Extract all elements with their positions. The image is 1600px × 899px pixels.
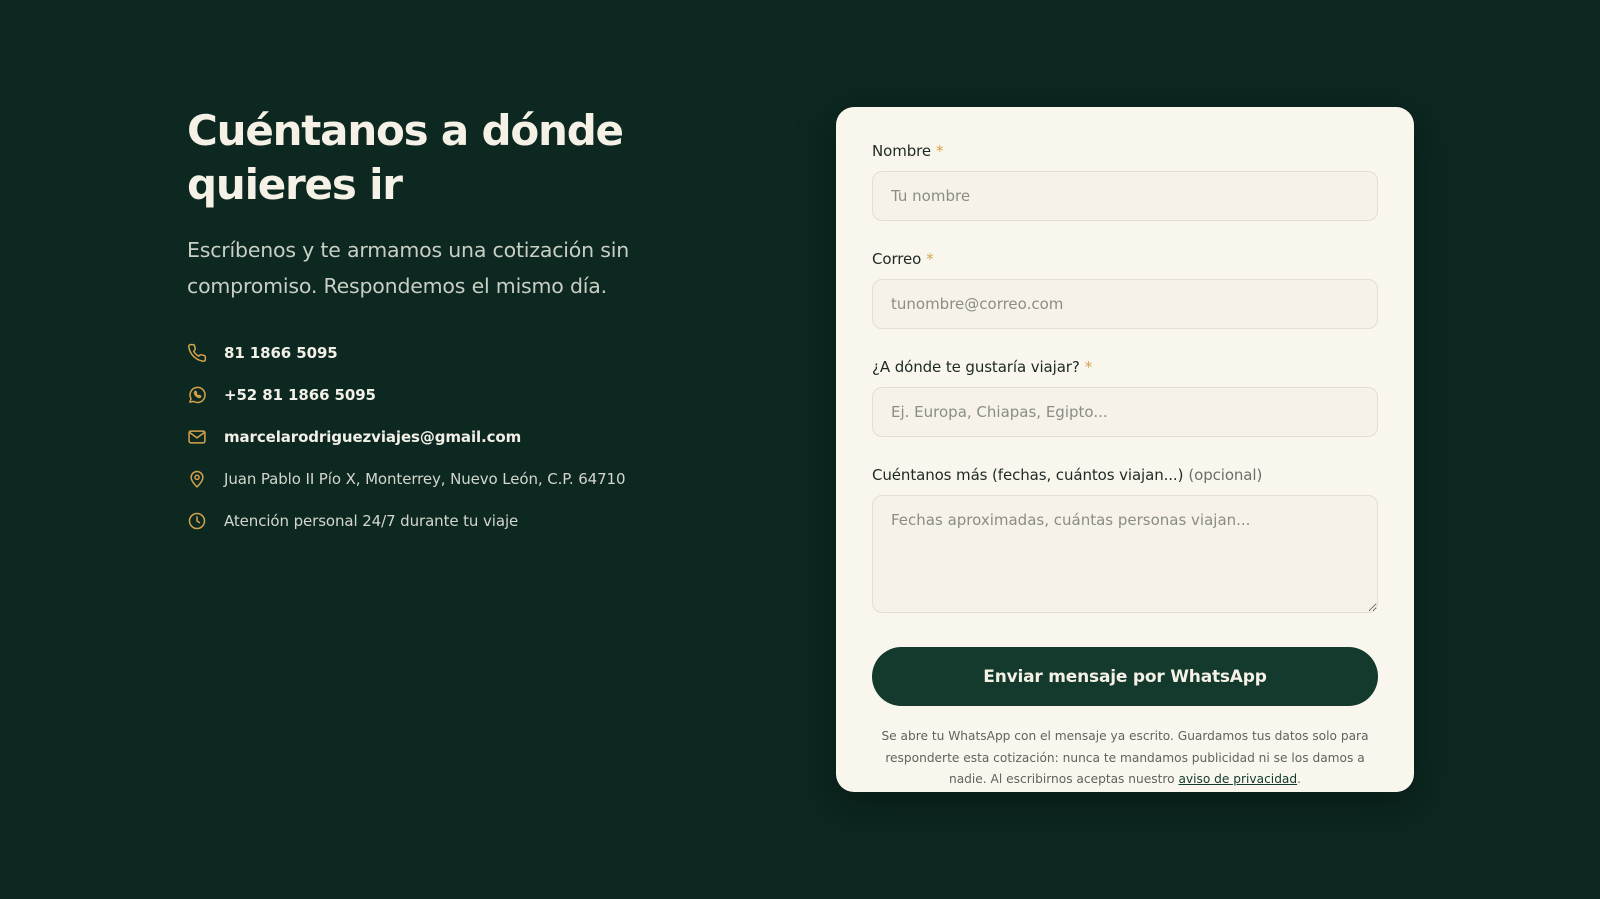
email-input[interactable]	[872, 279, 1378, 329]
destination-field-label: ¿A dónde te gustaría viajar? *	[872, 357, 1378, 377]
details-label-text: Cuéntanos más (fechas, cuántos viajan...…	[872, 466, 1184, 484]
email-label-text: Correo	[872, 250, 922, 268]
name-label-text: Nombre	[872, 142, 931, 160]
required-marker: *	[1084, 358, 1093, 376]
contact-info-section: Cuéntanos a dónde quieres ir Escríbenos …	[187, 104, 707, 542]
contact-item-whatsapp: +52 81 1866 5095	[187, 374, 707, 416]
contact-whatsapp-text: +52 81 1866 5095	[224, 386, 376, 404]
contact-item-phone: 81 1866 5095	[187, 332, 707, 374]
page-subtitle: Escríbenos y te armamos una cotización s…	[187, 232, 707, 304]
quote-form-card: Nombre * Correo * ¿A dónde te gustaría v…	[836, 107, 1414, 792]
contact-item-hours: Atención personal 24/7 durante tu viaje	[187, 500, 707, 542]
destination-input[interactable]	[872, 387, 1378, 437]
name-field-label: Nombre *	[872, 141, 1378, 161]
send-whatsapp-button[interactable]: Enviar mensaje por WhatsApp	[872, 647, 1378, 706]
privacy-disclaimer: Se abre tu WhatsApp con el mensaje ya es…	[874, 726, 1376, 791]
contact-email-text: marcelarodriguezviajes@gmail.com	[224, 428, 522, 446]
details-field-label: Cuéntanos más (fechas, cuántos viajan...…	[872, 465, 1378, 485]
privacy-notice-link[interactable]: aviso de privacidad	[1178, 772, 1297, 786]
contact-item-address: Juan Pablo II Pío X, Monterrey, Nuevo Le…	[187, 458, 707, 500]
location-pin-icon	[187, 469, 207, 489]
page-subtitle-line2: compromiso. Respondemos el mismo día.	[187, 274, 607, 298]
page-title-line2: quieres ir	[187, 160, 403, 209]
page-subtitle-line1: Escríbenos y te armamos una cotización s…	[187, 238, 629, 262]
destination-label-text: ¿A dónde te gustaría viajar?	[872, 358, 1080, 376]
phone-icon	[187, 343, 207, 363]
disclaimer-end: .	[1297, 772, 1302, 786]
contact-item-email: marcelarodriguezviajes@gmail.com	[187, 416, 707, 458]
contact-phone-text: 81 1866 5095	[224, 344, 338, 362]
page-title: Cuéntanos a dónde quieres ir	[187, 104, 707, 212]
details-textarea[interactable]	[872, 495, 1378, 613]
required-marker: *	[936, 142, 944, 160]
contact-list: 81 1866 5095 +52 81 1866 5095 marcelarod…	[187, 332, 707, 542]
clock-icon	[187, 511, 207, 531]
page-title-line1: Cuéntanos a dónde	[187, 106, 624, 155]
contact-hours-text: Atención personal 24/7 durante tu viaje	[224, 512, 519, 530]
name-input[interactable]	[872, 171, 1378, 221]
mail-icon	[187, 427, 207, 447]
optional-marker: (opcional)	[1188, 466, 1263, 484]
required-marker: *	[926, 250, 934, 268]
email-field-label: Correo *	[872, 249, 1378, 269]
contact-address-text: Juan Pablo II Pío X, Monterrey, Nuevo Le…	[224, 470, 626, 488]
whatsapp-icon	[187, 385, 207, 405]
